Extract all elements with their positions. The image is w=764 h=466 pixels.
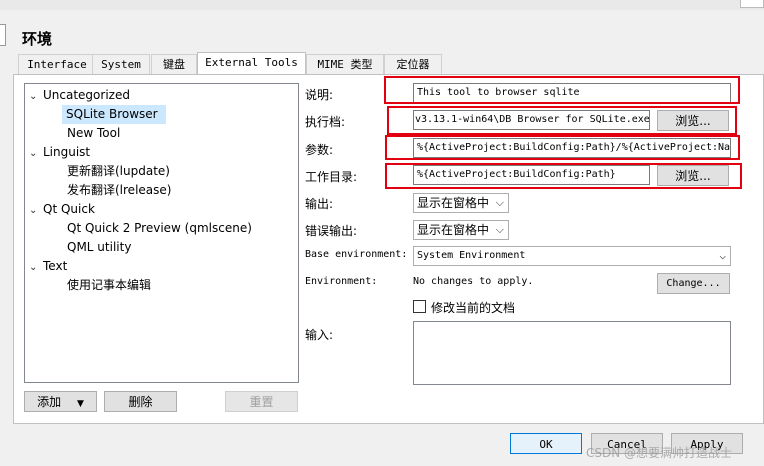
workdir-label: 工作目录: — [305, 170, 358, 184]
delete-button[interactable]: 删除 — [104, 391, 177, 412]
watermark: CSDN @想要满帅打造战士 — [586, 446, 733, 460]
tree-item[interactable]: 更新翻译(lupdate) — [63, 162, 174, 181]
tree-group-label: Uncategorized — [43, 88, 130, 102]
window-top-strip — [0, 0, 764, 10]
tree-group-label: Linguist — [43, 145, 91, 159]
highlight-description — [384, 76, 740, 104]
page-title: 环境 — [22, 30, 53, 48]
tree-item[interactable]: Qt Quick 2 Preview (qmlscene) — [63, 219, 256, 238]
chevron-down-icon: ⌵ — [495, 223, 504, 236]
expand-arrow-icon[interactable]: ⌄ — [29, 87, 43, 106]
expand-arrow-icon[interactable]: ⌄ — [29, 258, 43, 277]
environment-change-button[interactable]: Change... — [657, 273, 730, 294]
reset-button[interactable]: 重置 — [225, 391, 298, 412]
tab-0[interactable]: Interface — [18, 54, 96, 75]
close-corner[interactable] — [740, 0, 764, 8]
output-label: 输出: — [305, 197, 334, 211]
tree-group-label: Qt Quick — [43, 202, 95, 216]
tree-item[interactable]: SQLite Browser — [62, 105, 166, 124]
environment-value: No changes to apply. — [413, 276, 534, 287]
reset-button-label: 重置 — [249, 395, 274, 409]
tree-group[interactable]: ⌄ Linguist — [29, 143, 90, 162]
arguments-label: 参数: — [305, 143, 334, 157]
tree-item[interactable]: 发布翻译(lrelease) — [63, 181, 175, 200]
add-button-label: 添加 — [37, 395, 62, 409]
tab-3[interactable]: External Tools — [197, 52, 306, 76]
tree-group[interactable]: ⌄ Text — [29, 257, 67, 276]
tree-item[interactable]: 使用记事本编辑 — [63, 276, 155, 295]
output-select[interactable]: 显示在窗格中 ⌵ — [413, 193, 509, 213]
error-output-select-value: 显示在窗格中 — [417, 223, 490, 237]
base-env-label: Base environment: — [305, 249, 408, 260]
tree-item[interactable]: New Tool — [63, 124, 124, 143]
ok-button[interactable]: OK — [510, 433, 582, 454]
base-env-select-value: System Environment — [417, 250, 526, 261]
add-button[interactable]: 添加 ▼ — [24, 391, 97, 412]
expand-arrow-icon[interactable]: ⌄ — [29, 201, 43, 220]
tab-2[interactable]: 键盘 — [151, 54, 197, 75]
tree-item[interactable]: QML utility — [63, 238, 135, 257]
tool-tree[interactable]: ⌄ Uncategorized SQLite Browser New Tool ⌄ Lin… — [24, 83, 299, 383]
tree-group-label: Text — [43, 259, 68, 273]
description-label: 说明: — [305, 88, 334, 102]
tree-group[interactable]: ⌄ Qt Quick — [29, 200, 95, 219]
modify-doc-checkbox[interactable] — [413, 300, 426, 313]
error-output-select[interactable]: 显示在窗格中 ⌵ — [413, 220, 509, 240]
environment-label: Environment: — [305, 276, 378, 287]
highlight-arguments — [385, 135, 740, 160]
tab-5[interactable]: 定位器 — [384, 54, 442, 75]
error-output-label: 错误输出: — [305, 224, 358, 238]
executable-label: 执行档: — [305, 115, 346, 129]
highlight-workdir — [385, 163, 742, 189]
output-select-value: 显示在窗格中 — [417, 196, 490, 210]
base-env-select[interactable]: System Environment ⌵ — [413, 246, 731, 266]
modify-doc-label: 修改当前的文档 — [431, 301, 516, 315]
input-textarea[interactable] — [413, 321, 731, 385]
left-edge-control[interactable] — [0, 24, 6, 46]
expand-arrow-icon[interactable]: ⌄ — [29, 144, 43, 163]
tab-4[interactable]: MIME 类型 — [306, 54, 384, 75]
dropdown-arrow-icon: ▼ — [76, 399, 84, 409]
tab-1[interactable]: System — [92, 54, 150, 75]
input-label: 输入: — [305, 328, 334, 342]
delete-button-label: 删除 — [128, 395, 153, 409]
tree-group[interactable]: ⌄ Uncategorized — [29, 86, 130, 105]
ok-button-label: OK — [539, 438, 553, 451]
chevron-down-icon: ⌵ — [719, 249, 726, 262]
chevron-down-icon: ⌵ — [495, 196, 504, 209]
highlight-executable — [387, 106, 737, 135]
